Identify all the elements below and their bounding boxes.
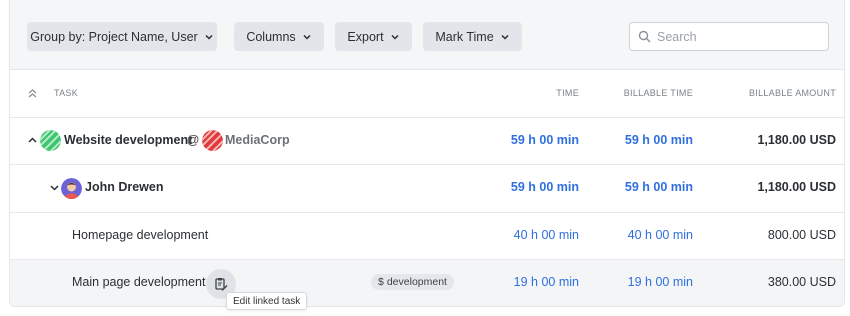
project-color-icon [40,130,61,151]
export-label: Export [347,29,384,44]
tag-label: development [386,276,447,288]
collapse-all-icon[interactable] [27,88,38,99]
columns-button[interactable]: Columns [234,22,324,51]
time-value[interactable]: 19 h 00 min [514,275,579,289]
task-name[interactable]: Homepage development [72,228,208,242]
search-input[interactable] [657,29,817,44]
billable-time-value[interactable]: 59 h 00 min [625,133,693,147]
time-value[interactable]: 40 h 00 min [514,228,579,242]
at-sign: @ [187,133,200,147]
chevron-down-icon [501,34,509,40]
billable-time-value[interactable]: 59 h 00 min [625,180,693,194]
chevron-down-icon[interactable] [50,183,59,192]
table-row-task[interactable]: Main page development $ development 19 h… [10,260,844,306]
billable-amount-value: 1,180.00 USD [757,180,836,194]
chevron-down-icon [303,34,311,40]
table-row-user[interactable]: John Drewen 59 h 00 min 59 h 00 min 1,18… [10,165,844,213]
billable-amount-value: 380.00 USD [767,275,836,289]
project-name[interactable]: Website development [64,133,192,147]
billable-time-value[interactable]: 19 h 00 min [628,275,693,289]
search-box[interactable] [629,22,829,51]
task-name[interactable]: Main page development [72,275,205,289]
export-button[interactable]: Export [335,22,412,51]
billable-amount-column-header[interactable]: BILLABLE AMOUNT [749,88,836,98]
chevron-down-icon [205,34,213,40]
time-value[interactable]: 59 h 00 min [511,133,579,147]
user-avatar [61,178,82,199]
billable-amount-value: 1,180.00 USD [757,133,836,147]
table-row-project[interactable]: Website development @ MediaCorp 59 h 00 … [10,118,844,165]
tag-badge[interactable]: $ development [371,274,454,290]
search-icon [638,30,651,43]
time-column-header[interactable]: TIME [556,88,579,98]
columns-label: Columns [246,29,296,44]
billable-time-value[interactable]: 40 h 00 min [628,228,693,242]
edit-linked-task-tooltip: Edit linked task [226,292,308,310]
task-column-header[interactable]: TASK [54,88,78,98]
billable-time-column-header[interactable]: BILLABLE TIME [624,88,693,98]
group-by-button[interactable]: Group by: Project Name, User [27,22,217,51]
billable-amount-value: 800.00 USD [767,228,836,242]
mark-time-button[interactable]: Mark Time [423,22,522,51]
table-row-task[interactable]: Homepage development 40 h 00 min 40 h 00… [10,213,844,260]
client-name[interactable]: MediaCorp [225,133,290,147]
user-name[interactable]: John Drewen [85,180,164,194]
client-color-icon [202,130,223,151]
time-report-panel: Group by: Project Name, User Columns Exp… [9,0,845,307]
chevron-up-icon[interactable] [28,136,37,145]
table-header: TASK TIME BILLABLE TIME BILLABLE AMOUNT [10,70,844,118]
mark-time-label: Mark Time [435,29,494,44]
dollar-icon: $ [378,276,384,288]
clipboard-edit-icon [215,278,228,291]
group-by-label: Group by: Project Name, User [30,29,198,44]
time-value[interactable]: 59 h 00 min [511,180,579,194]
chevron-down-icon [391,34,399,40]
toolbar: Group by: Project Name, User Columns Exp… [10,0,844,70]
